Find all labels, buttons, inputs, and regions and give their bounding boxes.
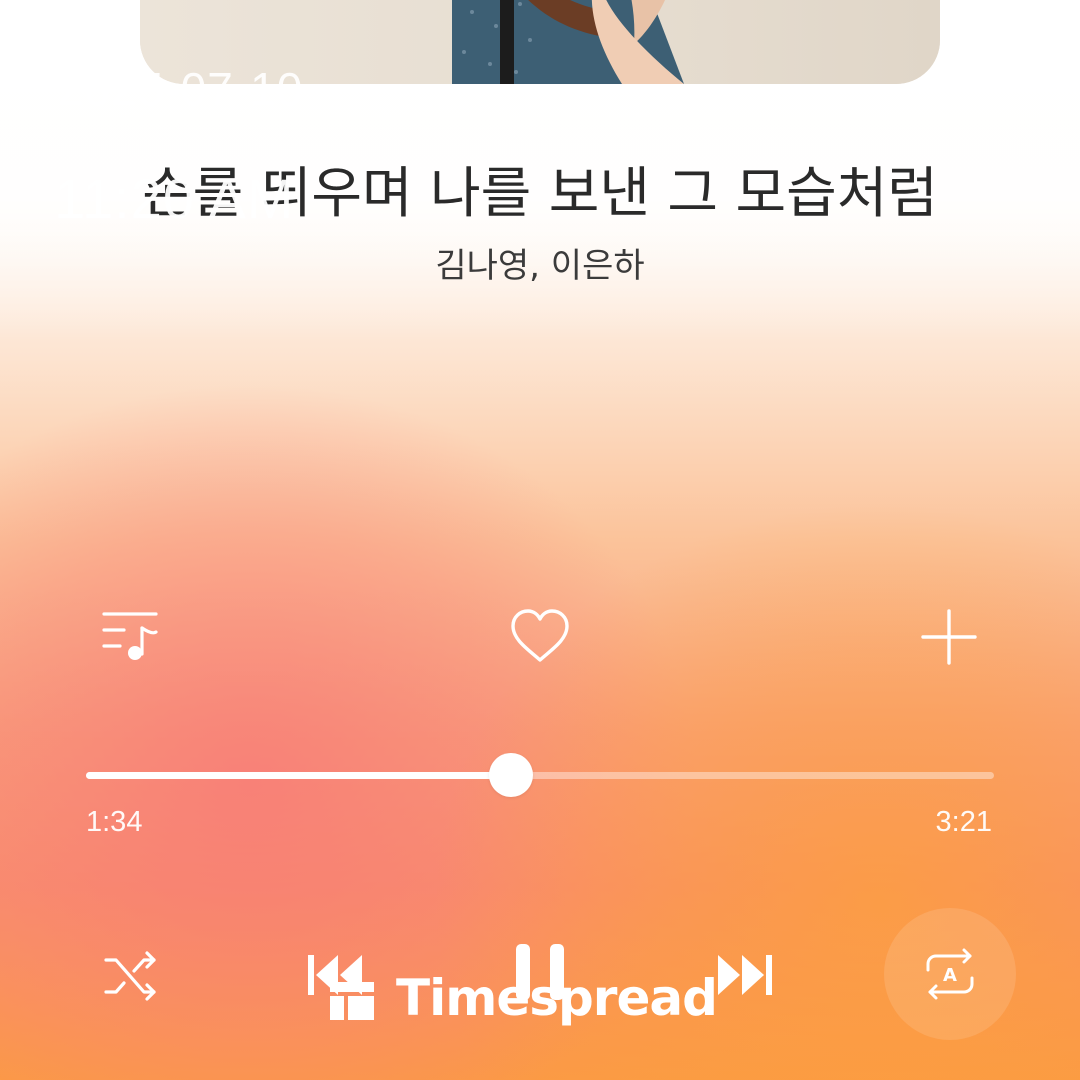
watermark-text: Timespread	[396, 969, 718, 1027]
status-date: 2025-07-10	[58, 63, 304, 115]
progress-thumb[interactable]	[488, 753, 533, 797]
heart-icon[interactable]	[509, 608, 571, 664]
status-time: 11:20 AM	[54, 167, 295, 230]
progress-fill	[86, 772, 511, 779]
elapsed-time: 1:34	[86, 806, 143, 838]
shuffle-icon[interactable]	[102, 948, 160, 1006]
repeat-all-icon[interactable]: A	[922, 946, 978, 1002]
svg-text:A: A	[943, 965, 957, 986]
skip-next-icon[interactable]	[716, 952, 774, 998]
playlist-music-icon[interactable]	[100, 606, 162, 668]
progress-slider[interactable]	[86, 753, 994, 797]
watermark: Timespread	[328, 968, 718, 1028]
album-art-figure	[452, 0, 684, 84]
total-duration: 3:21	[935, 806, 992, 838]
plus-icon[interactable]	[920, 608, 978, 666]
song-artist[interactable]: 김나영, 이은하	[0, 238, 1080, 287]
watermark-logo-icon	[330, 974, 374, 1020]
